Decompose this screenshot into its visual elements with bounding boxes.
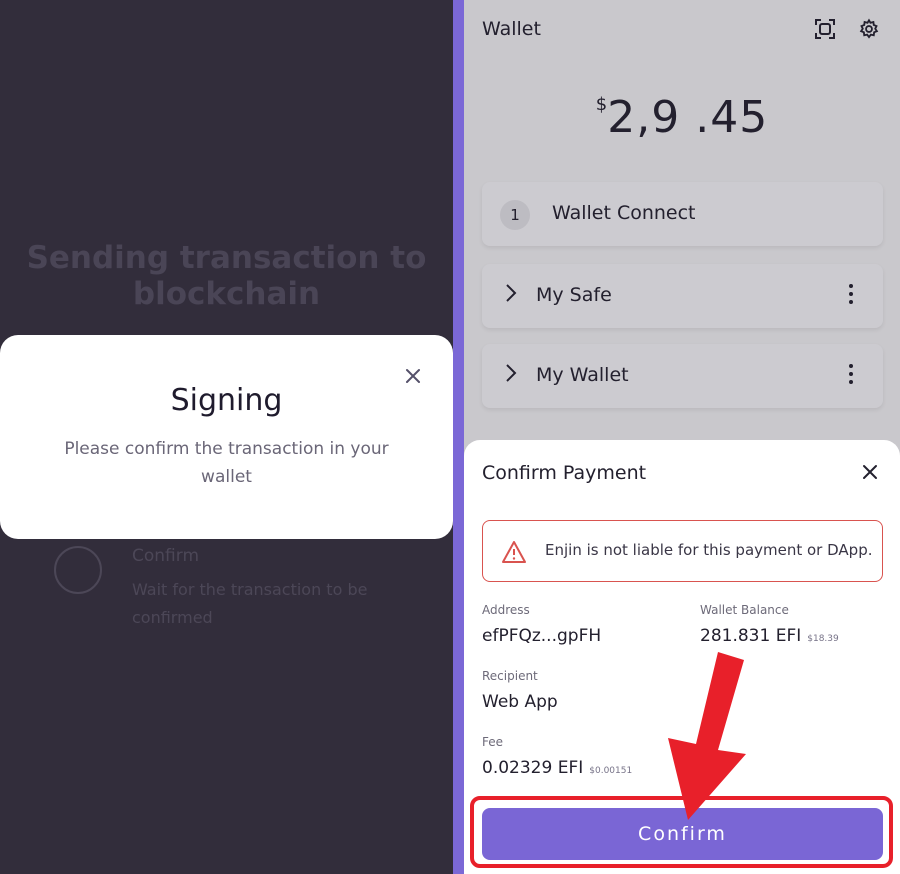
step-description: Wait for the transaction to be confirmed — [132, 580, 368, 627]
fee-value: 0.02329 EFI $0.00151 — [482, 758, 632, 778]
my-safe-label: My Safe — [536, 284, 612, 306]
more-options-icon[interactable] — [846, 364, 856, 388]
wallet-connect-label: Wallet Connect — [552, 202, 696, 224]
heading-line-1: Sending transaction to — [26, 240, 427, 276]
fee-fiat: $0.00151 — [589, 766, 633, 776]
arrow-down-icon — [660, 652, 752, 822]
step-circle-icon — [54, 546, 102, 594]
wallet-balance-value: 281.831 EFI $18.39 — [700, 626, 839, 646]
recipient-value: Web App — [482, 692, 558, 712]
wallet-balance: $2,9 .45 — [464, 92, 900, 143]
close-icon[interactable] — [402, 365, 424, 387]
balance-fiat: $18.39 — [807, 634, 839, 644]
connection-count-badge: 1 — [500, 200, 530, 230]
heading-line-2: blockchain — [132, 276, 321, 312]
wallet-title: Wallet — [482, 18, 541, 40]
step-title: Confirm — [132, 546, 200, 566]
my-wallet-card[interactable]: My Wallet — [482, 344, 883, 408]
signing-title: Signing — [170, 383, 283, 418]
currency-symbol: $ — [595, 94, 608, 115]
my-safe-card[interactable]: My Safe — [482, 264, 883, 328]
close-icon[interactable] — [858, 460, 882, 484]
confirm-step: Confirm Wait for the transaction to be c… — [54, 546, 414, 636]
balance-value: 2,9 .45 — [607, 92, 769, 143]
chevron-right-icon[interactable] — [504, 282, 518, 310]
left-panel: Sending transaction to blockchain Confir… — [0, 0, 453, 874]
my-wallet-label: My Wallet — [536, 364, 629, 386]
panel-divider — [453, 0, 464, 874]
address-label: Address — [482, 603, 530, 617]
fee-label: Fee — [482, 735, 504, 749]
fee-efi: 0.02329 EFI — [482, 758, 584, 778]
address-value: efPFQz...gpFH — [482, 626, 602, 646]
gear-icon[interactable] — [858, 18, 880, 40]
more-options-icon[interactable] — [846, 284, 856, 308]
wallet-connect-card[interactable]: 1 Wallet Connect — [482, 182, 883, 246]
wallet-balance-label: Wallet Balance — [700, 603, 789, 617]
chevron-right-icon[interactable] — [504, 362, 518, 390]
warning-text: Enjin is not liable for this payment or … — [545, 541, 873, 559]
liability-warning: Enjin is not liable for this payment or … — [482, 520, 883, 582]
balance-efi: 281.831 EFI — [700, 626, 802, 646]
signing-text: Please confirm the transaction in your w… — [64, 439, 389, 487]
sending-heading: Sending transaction to blockchain — [0, 240, 453, 312]
recipient-label: Recipient — [482, 669, 538, 683]
sheet-title: Confirm Payment — [482, 462, 647, 484]
signing-modal: Signing Please confirm the transaction i… — [0, 335, 453, 539]
scan-icon[interactable] — [814, 18, 836, 40]
warning-icon — [501, 540, 527, 564]
